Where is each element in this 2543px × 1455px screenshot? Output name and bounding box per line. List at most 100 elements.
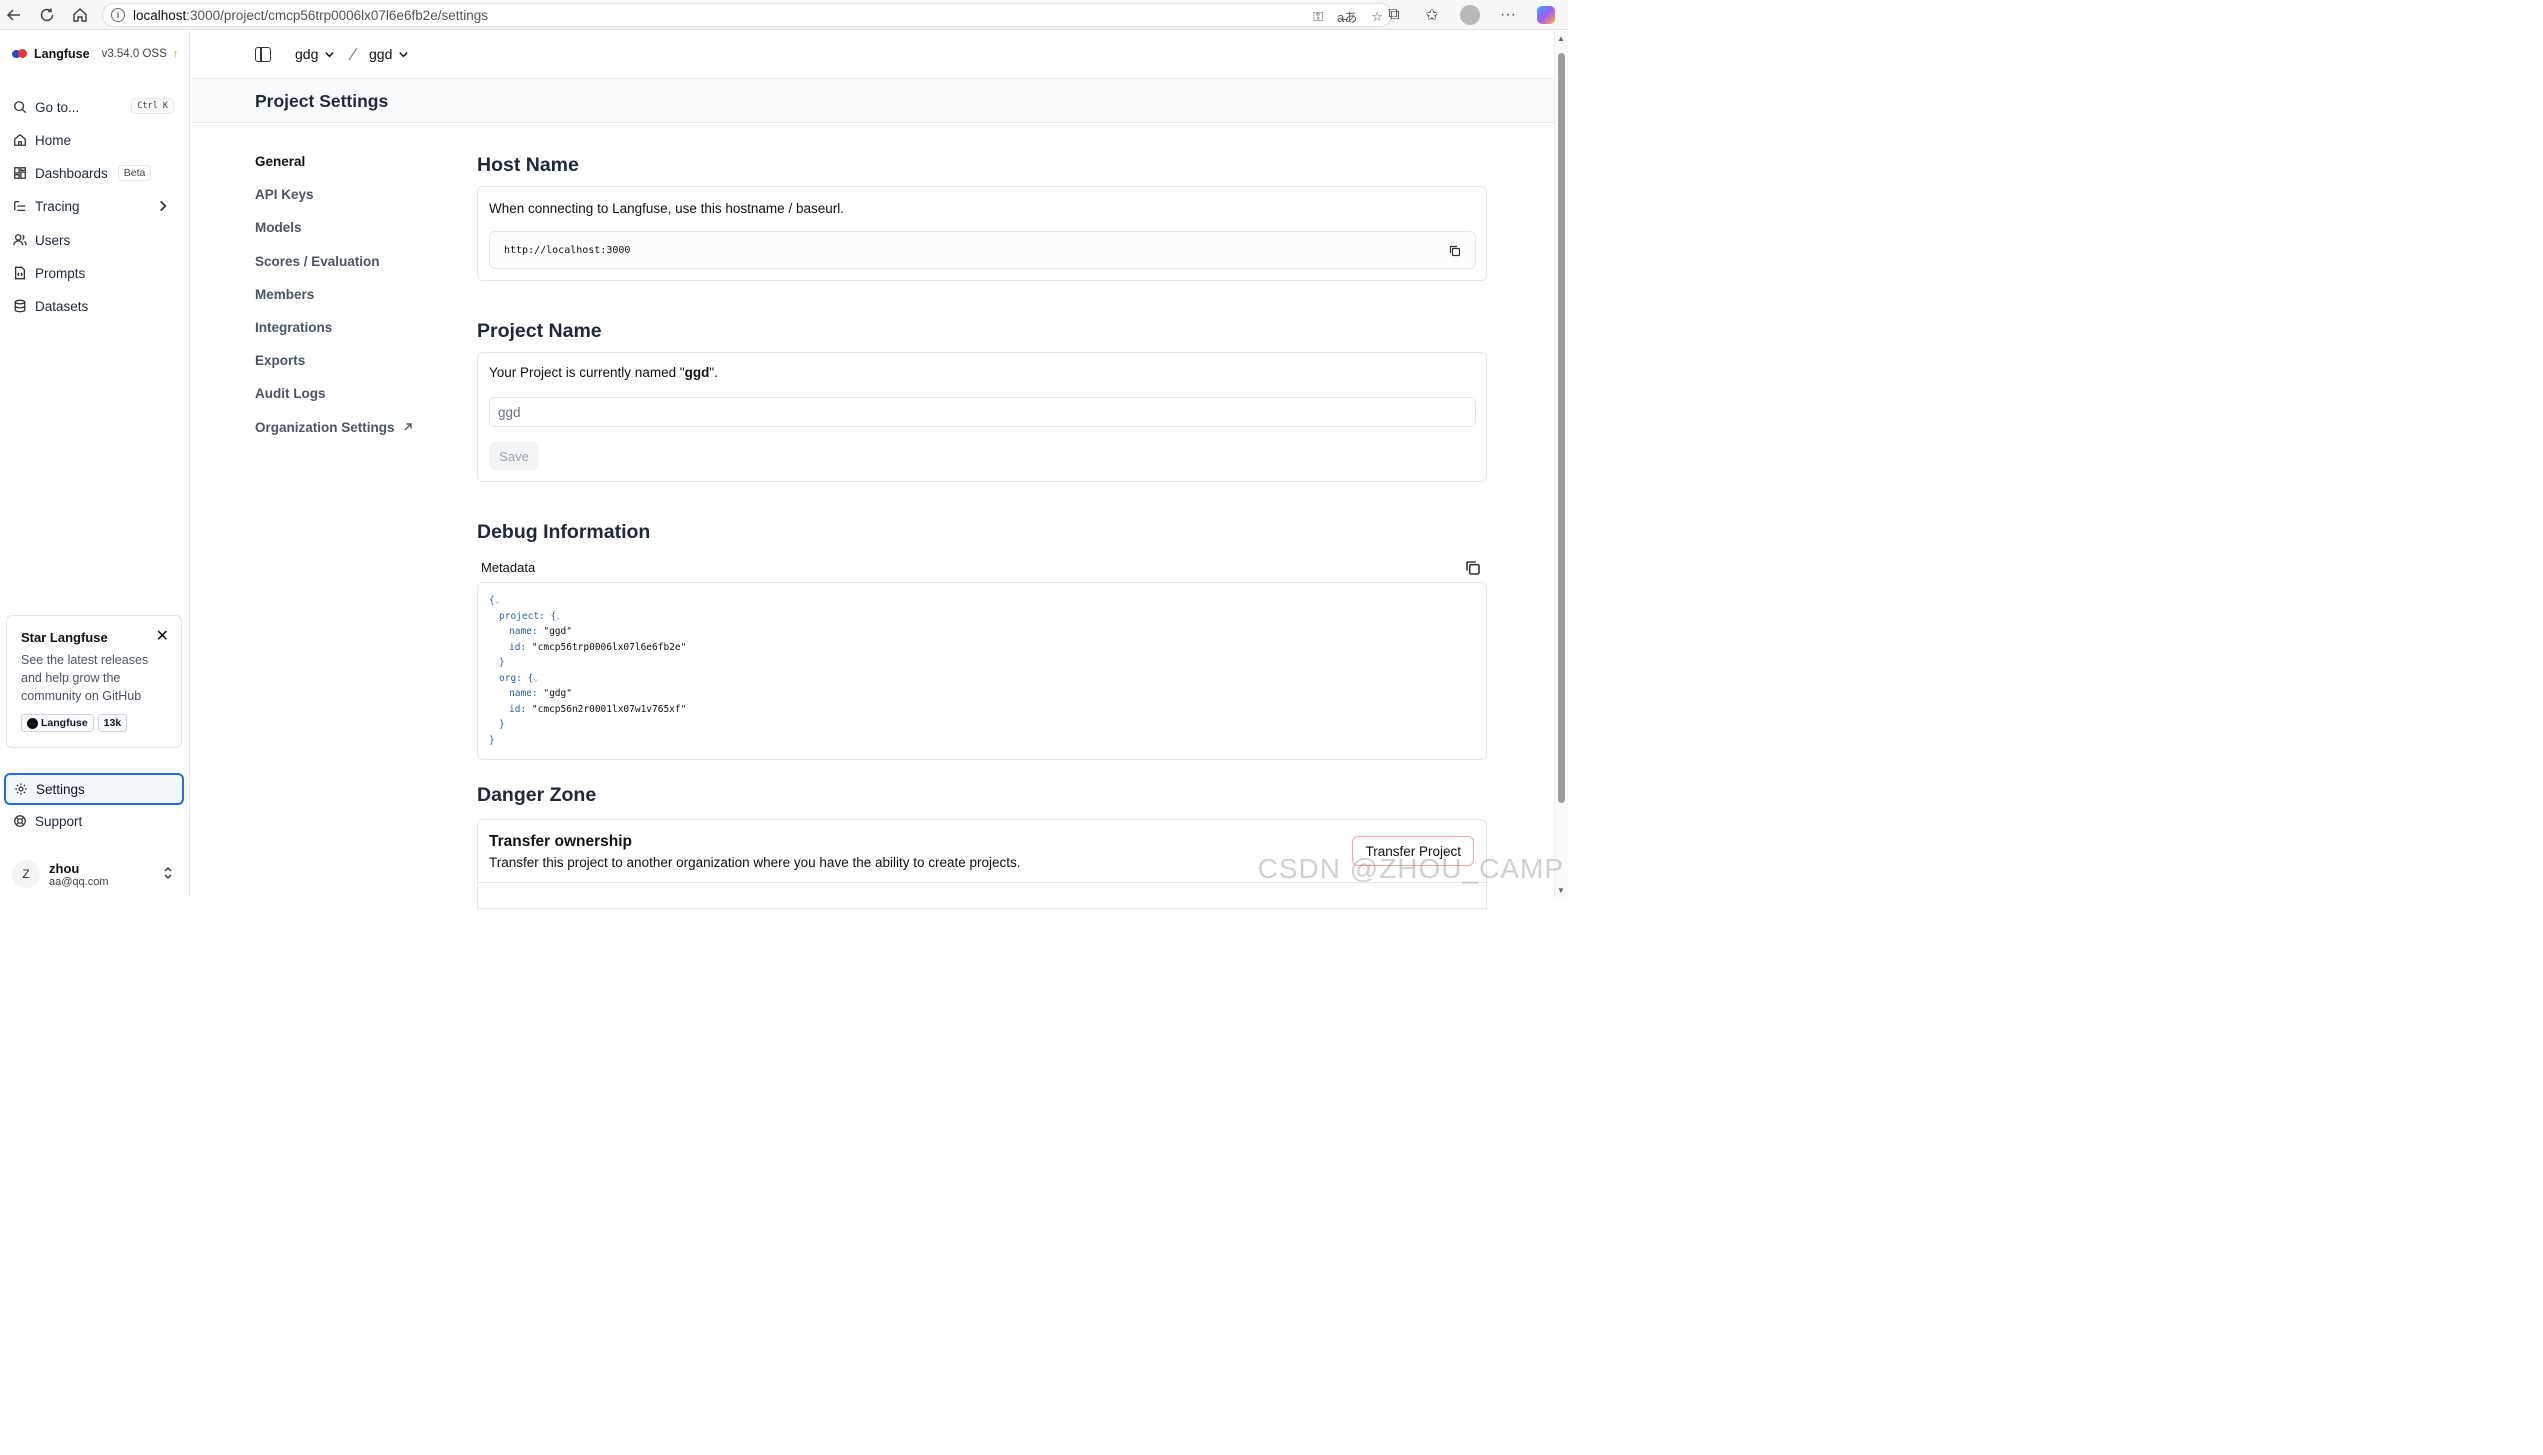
sidebar-item-goto[interactable]: Go to... Ctrl K bbox=[4, 92, 184, 122]
collapse-icon[interactable]: ⌄ bbox=[533, 674, 538, 683]
avatar: Z bbox=[12, 860, 40, 888]
sidebar-item-prompts[interactable]: Prompts bbox=[4, 258, 184, 288]
shortcut-badge: Ctrl K bbox=[131, 98, 174, 114]
scroll-up-arrow-icon[interactable]: ▲ bbox=[1557, 35, 1565, 43]
gear-icon bbox=[15, 783, 27, 795]
update-arrow-icon: ↑ bbox=[172, 48, 179, 60]
site-info-icon[interactable]: i bbox=[111, 8, 125, 22]
tab-models[interactable]: Models bbox=[255, 211, 455, 244]
page-header: Project Settings bbox=[191, 78, 1554, 123]
more-icon[interactable]: ··· bbox=[1494, 1, 1522, 29]
current-project-name: ggd bbox=[684, 365, 710, 380]
extensions-icon[interactable]: ⧉ bbox=[1380, 1, 1408, 29]
user-email: aa@qq.com bbox=[49, 875, 109, 888]
version-label: v3.54.0 OSS bbox=[101, 48, 167, 60]
home-browser-icon[interactable] bbox=[66, 1, 94, 29]
metadata-json-viewer: {⌄ project: {⌄ name: "ggd" id: "cmcp56tr… bbox=[477, 582, 1487, 760]
github-repo-label: Langfuse bbox=[41, 717, 88, 729]
sidebar-item-tracing[interactable]: Tracing bbox=[4, 191, 184, 221]
star-langfuse-card: Star Langfuse See the latest releases an… bbox=[6, 615, 182, 748]
org-switcher[interactable]: gdg bbox=[295, 46, 335, 62]
tab-api-keys[interactable]: API Keys bbox=[255, 178, 455, 211]
back-icon[interactable] bbox=[0, 1, 28, 29]
sidebar-item-home[interactable]: Home bbox=[4, 125, 184, 155]
sidebar-item-label: Datasets bbox=[35, 298, 89, 314]
page-scrollbar[interactable]: ▲ ▼ bbox=[1554, 31, 1568, 897]
transfer-ownership-description: Transfer this project to another organiz… bbox=[489, 855, 1021, 870]
chevron-up-down-icon bbox=[164, 866, 172, 880]
json-value: "ggd" bbox=[543, 626, 572, 637]
sidebar-toggle-icon[interactable] bbox=[255, 47, 271, 62]
tab-members[interactable]: Members bbox=[255, 278, 455, 311]
sidebar-item-support[interactable]: Support bbox=[4, 806, 184, 836]
json-key: org: bbox=[499, 672, 522, 684]
copy-icon[interactable] bbox=[1465, 560, 1481, 576]
scroll-thumb[interactable] bbox=[1558, 53, 1565, 803]
project-name-card: Your Project is currently named "ggd". S… bbox=[477, 352, 1487, 482]
beta-badge: Beta bbox=[117, 165, 152, 181]
sidebar-item-label: Support bbox=[35, 813, 83, 829]
json-value: "cmcp56trp0006lx07l6e6fb2e" bbox=[531, 641, 687, 653]
scroll-down-arrow-icon[interactable]: ▼ bbox=[1557, 887, 1565, 895]
copy-host-button[interactable] bbox=[1445, 241, 1465, 261]
translate-icon[interactable]: a̶あ bbox=[1337, 7, 1357, 26]
transfer-ownership-title: Transfer ownership bbox=[489, 833, 632, 850]
sidebar-item-label: Settings bbox=[36, 781, 85, 797]
sidebar-item-datasets[interactable]: Datasets bbox=[4, 291, 184, 321]
save-button[interactable]: Save bbox=[489, 442, 539, 470]
github-stars-count[interactable]: 13k bbox=[97, 714, 128, 732]
tab-integrations[interactable]: Integrations bbox=[255, 311, 455, 344]
tab-organization-settings[interactable]: Organization Settings bbox=[255, 411, 455, 444]
key-icon[interactable]: ⚿ bbox=[1313, 9, 1323, 25]
tab-exports[interactable]: Exports bbox=[255, 344, 455, 377]
host-url-value: http://localhost:3000 bbox=[504, 244, 631, 256]
watermark: CSDN @ZHOU_CAMP bbox=[1257, 853, 1564, 884]
project-name-heading: Project Name bbox=[477, 320, 602, 342]
tab-general[interactable]: General bbox=[255, 145, 455, 178]
json-value: "gdg" bbox=[543, 688, 572, 699]
copilot-icon[interactable] bbox=[1532, 1, 1560, 29]
org-name: gdg bbox=[295, 46, 319, 62]
tracing-list-icon bbox=[14, 200, 26, 212]
database-icon bbox=[14, 299, 26, 313]
collapse-icon[interactable]: ⌄ bbox=[495, 596, 500, 605]
sidebar-item-settings[interactable]: Settings bbox=[4, 773, 184, 805]
user-menu[interactable]: Z zhou aa@qq.com bbox=[12, 858, 182, 890]
sidebar-item-label: Go to... bbox=[35, 99, 80, 115]
brand-name: Langfuse bbox=[34, 47, 90, 61]
dashboard-icon bbox=[14, 167, 26, 179]
sidebar-item-label: Tracing bbox=[35, 198, 80, 214]
address-bar[interactable]: i localhost:3000/project/cmcp56trp0006lx… bbox=[102, 3, 1392, 27]
chevron-right-icon[interactable] bbox=[156, 199, 170, 213]
profile-icon[interactable] bbox=[1456, 1, 1484, 29]
tab-scores-evaluation[interactable]: Scores / Evaluation bbox=[255, 245, 455, 278]
reload-icon[interactable] bbox=[33, 1, 61, 29]
json-value: "cmcp56n2r0001lx07w1v765xf" bbox=[531, 703, 687, 715]
collapse-icon[interactable]: ⌄ bbox=[556, 612, 561, 621]
browser-toolbar: i localhost:3000/project/cmcp56trp0006lx… bbox=[0, 0, 1568, 30]
json-key: project: bbox=[499, 610, 545, 622]
sidebar-item-dashboards[interactable]: Dashboards Beta bbox=[4, 158, 184, 188]
sidebar-item-users[interactable]: Users bbox=[4, 225, 184, 255]
project-name-input[interactable] bbox=[489, 397, 1476, 427]
lifebuoy-icon bbox=[14, 815, 26, 827]
github-repo-button[interactable]: Langfuse bbox=[21, 714, 94, 732]
close-icon[interactable]: ✕ bbox=[156, 626, 169, 646]
external-link-arrow-icon bbox=[404, 423, 412, 431]
host-name-card: When connecting to Langfuse, use this ho… bbox=[477, 186, 1487, 281]
host-name-heading: Host Name bbox=[477, 154, 579, 176]
tab-audit-logs[interactable]: Audit Logs bbox=[255, 377, 455, 410]
file-code-icon bbox=[14, 266, 26, 280]
chevron-down-icon bbox=[399, 51, 409, 57]
project-name-description: Your Project is currently named "ggd". bbox=[489, 365, 718, 380]
sidebar-item-label: Prompts bbox=[35, 265, 86, 281]
sidebar-item-label: Users bbox=[35, 232, 71, 248]
brand[interactable]: Langfuse v3.54.0 OSS ↑ bbox=[12, 47, 178, 61]
top-header: gdg ggd bbox=[191, 31, 1554, 78]
favorites-icon[interactable]: ✩ bbox=[1418, 1, 1446, 29]
host-name-description: When connecting to Langfuse, use this ho… bbox=[489, 201, 844, 216]
chevron-down-icon bbox=[325, 51, 335, 57]
json-key: name: bbox=[509, 626, 538, 637]
json-key: id: bbox=[509, 703, 527, 715]
project-switcher[interactable]: ggd bbox=[369, 46, 409, 62]
